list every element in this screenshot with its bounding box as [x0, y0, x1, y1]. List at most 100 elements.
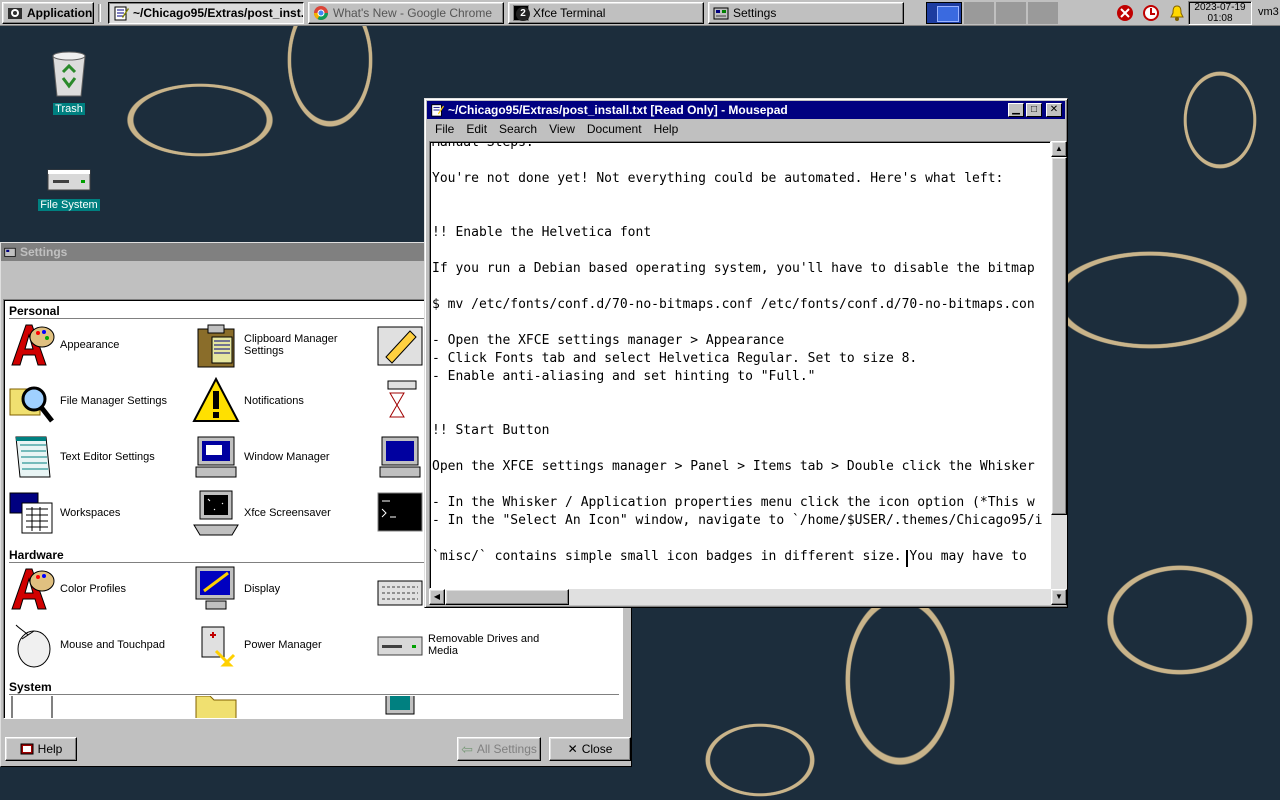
applications-label: Applications — [27, 6, 94, 20]
folder-icon — [195, 696, 237, 718]
scroll-left-button[interactable]: ◀ — [429, 589, 445, 605]
text-line: - In the Whisker / Application propertie… — [432, 495, 1035, 510]
accessibility-icon — [11, 696, 53, 718]
workspaces-icon — [9, 492, 53, 534]
horizontal-scroll-thumb[interactable] — [445, 589, 569, 605]
settings-item-partial[interactable] — [376, 696, 556, 718]
task-chrome[interactable]: What's New - Google Chrome — [308, 2, 504, 24]
terminal-icon — [377, 492, 423, 532]
settings-item-color-profiles[interactable]: Color Profiles — [8, 564, 188, 614]
menu-document[interactable]: Document — [581, 122, 648, 136]
close-button[interactable]: ✕ Close — [549, 737, 631, 761]
desktop-icon-trash[interactable]: Trash — [24, 48, 114, 115]
settings-item-display[interactable]: Display — [192, 564, 372, 614]
workspace-3[interactable] — [996, 2, 1026, 24]
settings-item-notifications[interactable]: Notifications — [192, 376, 372, 426]
settings-item-removable-drives[interactable]: Removable Drives and Media — [376, 620, 566, 670]
settings-item-partial[interactable] — [376, 376, 426, 426]
back-arrow-icon: ⇦ — [461, 740, 473, 757]
settings-item-workspaces[interactable]: Workspaces — [8, 488, 188, 538]
all-settings-button[interactable]: ⇦ All Settings — [457, 737, 541, 761]
task-terminal[interactable]: 2 Xfce Terminal — [508, 2, 704, 24]
settings-item-appearance[interactable]: Appearance — [8, 320, 188, 370]
vertical-scrollbar[interactable]: ▲ ▼ — [1051, 141, 1067, 605]
category-heading: Personal — [9, 304, 60, 318]
text-line: Open the XFCE settings manager > Panel >… — [432, 459, 1035, 474]
terminal-icon: 2 — [513, 5, 530, 21]
settings-item-label: Workspaces — [60, 507, 121, 519]
settings-item-partial[interactable] — [376, 488, 426, 538]
help-button[interactable]: Help — [5, 737, 77, 761]
drive-icon — [377, 636, 423, 656]
minimize-button[interactable]: ▁ — [1008, 103, 1024, 117]
task-mousepad[interactable]: ~/Chicago95/Extras/post_inst... — [108, 2, 304, 24]
settings-item-label: Notifications — [244, 395, 304, 407]
menu-file[interactable]: File — [429, 122, 460, 136]
text-line: $ mv /etc/fonts/conf.d/70-no-bitmaps.con… — [432, 297, 1035, 312]
close-window-button[interactable]: ✕ — [1046, 103, 1062, 117]
task-settings[interactable]: Settings — [708, 2, 904, 24]
settings-item-label: Mouse and Touchpad — [60, 639, 165, 651]
taskbar-grip — [98, 4, 101, 22]
mousepad-titlebar[interactable]: ~/Chicago95/Extras/post_install.txt [Rea… — [427, 101, 1065, 119]
vertical-scroll-thumb[interactable] — [1051, 157, 1067, 515]
settings-item-file-manager[interactable]: File Manager Settings — [8, 376, 188, 426]
settings-item-clipboard-manager[interactable]: Clipboard Manager Settings — [192, 320, 372, 370]
clock-time: 01:08 — [1207, 13, 1233, 24]
text-line: - Click Fonts tab and select Helvetica R… — [432, 351, 918, 366]
settings-item-window-manager[interactable]: Window Manager — [192, 432, 372, 482]
workspace-1[interactable] — [926, 2, 962, 24]
task-label: ~/Chicago95/Extras/post_inst... — [133, 6, 304, 20]
settings-item-label: Text Editor Settings — [60, 451, 155, 463]
settings-item-partial[interactable] — [376, 320, 426, 370]
text-line: - In the "Select An Icon" window, naviga… — [432, 513, 1043, 528]
menu-help[interactable]: Help — [648, 122, 685, 136]
settings-item-mouse-touchpad[interactable]: Mouse and Touchpad — [8, 620, 188, 670]
computer-icon — [195, 436, 237, 478]
settings-item-label: Appearance — [60, 339, 120, 351]
close-label: Close — [581, 742, 613, 756]
text-editor-area[interactable]: Manual Steps: You're not done yet! Not e… — [429, 141, 1051, 589]
workspace-2[interactable] — [964, 2, 994, 24]
settings-item-label: Display — [244, 583, 281, 595]
user-name: vm3 — [1258, 6, 1279, 18]
desktop-icon-file-system[interactable]: File System — [24, 164, 114, 211]
settings-item-text-editor[interactable]: Text Editor Settings — [8, 432, 188, 482]
mousepad-window: ~/Chicago95/Extras/post_install.txt [Rea… — [424, 98, 1068, 608]
update-icon[interactable] — [1142, 4, 1160, 22]
color-profiles-icon — [11, 568, 55, 610]
settings-item-partial[interactable] — [192, 696, 372, 718]
settings-item-label: Xfce Screensaver — [244, 507, 331, 519]
settings-item-power-manager[interactable]: Power Manager — [192, 620, 372, 670]
maximize-button[interactable]: □ — [1026, 103, 1042, 117]
clock[interactable]: 2023-07-19 01:08 — [1188, 1, 1252, 25]
settings-item-label: Window Manager — [244, 451, 330, 463]
applications-menu-button[interactable]: Applications — [2, 2, 94, 24]
mouse-icon — [15, 624, 51, 668]
text-line: - Open the XFCE settings manager > Appea… — [432, 333, 785, 348]
chrome-icon — [314, 6, 328, 20]
help-label: Help — [37, 742, 63, 756]
menu-view[interactable]: View — [543, 122, 581, 136]
notification-bell-icon[interactable] — [1168, 4, 1186, 22]
settings-icon — [713, 7, 729, 20]
scroll-down-button[interactable]: ▼ — [1051, 589, 1067, 605]
desktop-icon-label: Trash — [53, 103, 85, 115]
settings-icon — [4, 247, 16, 257]
menu-bar: File Edit Search View Document Help — [425, 119, 1067, 139]
settings-item-screensaver[interactable]: Xfce Screensaver — [192, 488, 372, 538]
text-line: You're not done yet! Not everything coul… — [432, 171, 1004, 186]
network-icon[interactable] — [1116, 4, 1134, 22]
warning-icon — [192, 377, 240, 422]
task-label: Xfce Terminal — [533, 6, 606, 20]
settings-item-partial[interactable] — [376, 432, 426, 482]
workspace-4[interactable] — [1028, 2, 1058, 24]
settings-item-partial[interactable] — [376, 564, 426, 614]
settings-item-partial[interactable] — [8, 696, 188, 718]
horizontal-scrollbar[interactable]: ◀ — [429, 589, 1051, 605]
window-title: ~/Chicago95/Extras/post_install.txt [Rea… — [448, 103, 788, 117]
computer-icon — [385, 696, 415, 715]
menu-edit[interactable]: Edit — [460, 122, 493, 136]
scroll-up-button[interactable]: ▲ — [1051, 141, 1067, 157]
menu-search[interactable]: Search — [493, 122, 543, 136]
